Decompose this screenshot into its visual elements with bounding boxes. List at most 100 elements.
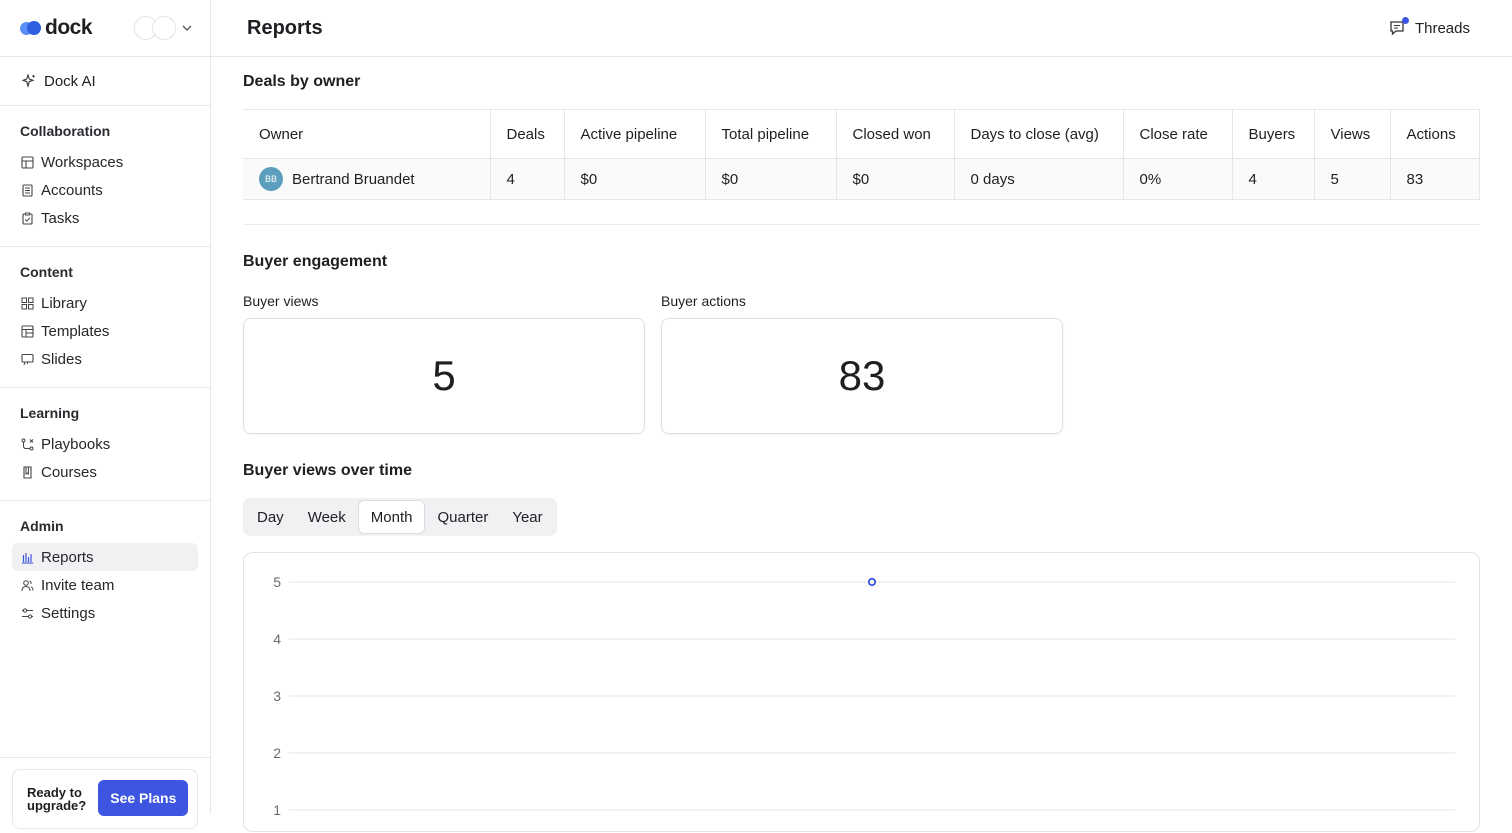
period-selector: Day Week Month Quarter Year [243,498,557,536]
column-header-total-pipeline[interactable]: Total pipeline [704,109,836,159]
period-year[interactable]: Year [500,500,554,534]
grid-icon [21,297,34,309]
section-title: Content [20,264,73,280]
closed-won-cell: $0 [835,158,954,200]
users-icon [21,579,34,591]
sidebar-item-tasks[interactable]: Tasks [0,204,198,232]
sliders-icon [22,607,33,619]
sidebar-item-label: Library [41,294,87,312]
top-bar: Reports Threads [211,0,1512,57]
clipboard-check-icon [22,212,33,225]
sidebar-item-label: Slides [41,350,82,368]
sidebar-item-label: Invite team [41,576,115,594]
column-header-active-pipeline[interactable]: Active pipeline [563,109,705,159]
sidebar-item-label: Accounts [41,181,103,199]
sidebar-item-courses[interactable]: Courses [0,458,198,486]
column-header-buyers[interactable]: Buyers [1231,109,1314,159]
section-title: Collaboration [20,123,111,139]
y-tick-label: 2 [273,745,281,761]
sidebar-item-label: Templates [41,322,110,340]
sidebar-item-settings[interactable]: Settings [12,599,198,627]
buyer-views-label: Buyer views [243,293,319,309]
chart-svg: 5 4 3 2 1 [273,574,1455,818]
sidebar-section-content: Content Library Templates Slides [0,247,210,388]
brand-name: dock [45,16,93,39]
sparkle-icon [22,74,35,88]
sidebar-item-label: Workspaces [41,153,124,171]
period-quarter[interactable]: Quarter [425,500,500,534]
days-to-close-cell: 0 days [953,158,1123,200]
dock-ai-label: Dock AI [44,72,96,90]
see-plans-button[interactable]: See Plans [98,780,189,816]
sidebar-section-learning: Learning Playbooks Courses [0,388,210,501]
column-header-days-to-close[interactable]: Days to close (avg) [953,109,1123,159]
sidebar-item-accounts[interactable]: Accounts [0,176,198,204]
avatar: BB [259,167,283,191]
report-content: Deals by owner Owner Deals Active pipeli… [211,73,1512,832]
sidebar-item-invite-team[interactable]: Invite team [12,571,198,599]
table-row[interactable]: BB Bertrand Bruandet 4 $0 $0 $0 0 days 0… [243,158,1480,200]
y-tick-label: 1 [273,802,281,818]
threads-button[interactable]: Threads [1389,17,1470,37]
data-point[interactable] [867,577,877,587]
section-divider [243,224,1480,225]
column-header-actions[interactable]: Actions [1389,109,1480,159]
actions-cell: 83 [1389,158,1480,200]
buyer-views-value: 5 [432,352,456,399]
period-day[interactable]: Day [245,500,296,534]
sidebar-item-label: Playbooks [41,435,111,453]
bar-chart-icon [22,552,33,564]
accounts-icon [22,183,33,197]
sidebar-item-reports[interactable]: Reports [12,543,198,571]
column-header-deals[interactable]: Deals [489,109,564,159]
buyer-actions-value: 83 [838,352,886,399]
brand-logo[interactable]: dock [20,16,93,40]
chat-icon [1389,17,1409,37]
buyer-views-over-time-title: Buyer views over time [243,462,412,479]
sidebar-item-playbooks[interactable]: Playbooks [0,430,198,458]
sidebar-item-workspaces[interactable]: Workspaces [0,148,198,176]
close-rate-cell: 0% [1122,158,1232,200]
engagement-cards: Buyer views 5 Buyer actions 83 [243,293,1480,434]
workspace-avatar [152,16,176,40]
notification-dot [1401,17,1409,24]
views-cell: 5 [1313,158,1390,200]
deals-cell: 4 [489,158,564,200]
dock-logo-icon [20,21,42,35]
book-icon [23,465,32,479]
section-title: Admin [20,518,64,534]
buyer-views-card: 5 [243,318,645,434]
presentation-icon [21,353,34,365]
buyers-cell: 4 [1231,158,1314,200]
workspace-switcher[interactable] [134,16,192,40]
total-pipeline-cell: $0 [704,158,836,200]
sidebar: dock Dock AI Collaboration Workspaces Ac… [0,0,211,829]
column-header-close-rate[interactable]: Close rate [1122,109,1232,159]
threads-label: Threads [1414,19,1470,37]
dock-ai-button[interactable]: Dock AI [0,57,210,106]
deals-by-owner-title: Deals by owner [243,73,361,90]
period-month[interactable]: Month [357,500,426,534]
sidebar-item-slides[interactable]: Slides [0,345,198,373]
chevron-down-icon [182,25,192,31]
upgrade-banner: Ready to upgrade? See Plans [12,769,198,829]
sidebar-item-templates[interactable]: Templates [0,317,198,345]
buyer-views-metric: Buyer views 5 [243,293,645,434]
page-title: Reports [247,16,323,39]
sidebar-section-admin: Admin Reports Invite team Settings [0,501,210,641]
active-pipeline-cell: $0 [563,158,705,200]
sidebar-item-label: Courses [41,463,97,481]
period-week[interactable]: Week [296,500,358,534]
y-tick-label: 4 [273,631,281,647]
column-header-closed-won[interactable]: Closed won [835,109,954,159]
buyer-actions-label: Buyer actions [661,293,746,309]
buyer-actions-metric: Buyer actions 83 [661,293,1063,434]
sidebar-section-collaboration: Collaboration Workspaces Accounts Tasks [0,106,210,247]
workspaces-icon [21,155,34,169]
sidebar-header: dock [0,0,210,57]
sidebar-item-library[interactable]: Library [0,289,198,317]
owner-cell: BB Bertrand Bruandet [243,158,490,200]
main-panel: Reports Threads Deals by owner Owner Dea… [211,0,1512,832]
column-header-views[interactable]: Views [1313,109,1390,159]
column-header-owner[interactable]: Owner [243,110,490,159]
